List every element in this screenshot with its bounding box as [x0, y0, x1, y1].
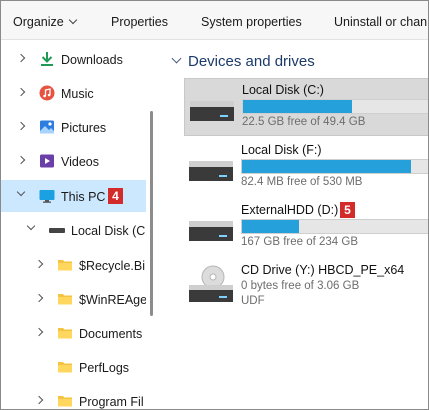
folder-icon: [58, 328, 72, 339]
nav-label: Videos: [61, 155, 99, 169]
chevron-down-icon[interactable]: [16, 187, 26, 197]
hard-drive-icon: [189, 161, 233, 181]
chevron-right-icon[interactable]: [16, 121, 26, 131]
nav-item-documents-folder[interactable]: Documents: [1, 317, 146, 349]
drive-free-space: 0 bytes free of 3.06 GB: [241, 280, 360, 292]
explorer-window: Organize Properties System properties Un…: [0, 0, 429, 410]
drive-name: ExternalHDD (D:): [241, 203, 339, 217]
hard-drive-icon: [189, 221, 233, 241]
drive-tile-y-cd[interactable]: CD Drive (Y:) HBCD_PE_x64 0 bytes free o…: [184, 259, 428, 329]
chevron-right-icon[interactable]: [16, 87, 26, 97]
hard-drive-icon: [190, 101, 234, 121]
chevron-down-icon[interactable]: [26, 221, 36, 231]
drive-tile-d[interactable]: ExternalHDD (D:) 5 167 GB free of 234 GB: [184, 199, 428, 255]
chevron-right-icon[interactable]: [16, 155, 26, 165]
drive-free-space: 22.5 GB free of 49.4 GB: [242, 116, 366, 128]
music-icon: [39, 85, 55, 101]
chevron-right-icon[interactable]: [34, 259, 44, 269]
nav-item-videos[interactable]: Videos: [1, 145, 146, 177]
computer-icon: [39, 190, 55, 203]
nav-label: Downloads: [61, 53, 123, 67]
nav-label: This PC: [61, 190, 106, 204]
organize-menu[interactable]: Organize: [13, 15, 77, 29]
nav-label: Pictures: [61, 121, 107, 135]
nav-label: $WinREAge: [79, 293, 146, 307]
drive-usage-fill: [242, 160, 411, 173]
drive-usage-bar: [241, 159, 428, 174]
nav-item-pictures[interactable]: Pictures: [1, 111, 146, 143]
chevron-down-icon: [68, 15, 77, 25]
drive-icon: [49, 228, 65, 233]
properties-button[interactable]: Properties: [111, 15, 168, 29]
nav-item-this-pc[interactable]: This PC 4: [1, 180, 146, 212]
drive-name: CD Drive (Y:) HBCD_PE_x64: [241, 263, 405, 277]
chevron-right-icon[interactable]: [34, 395, 44, 405]
nav-label: Program Fil: [79, 395, 144, 409]
drive-usage-bar: [241, 219, 428, 234]
nav-label: Documents: [79, 327, 143, 341]
nav-label: Music: [61, 87, 94, 101]
cd-drive-icon: [189, 265, 233, 302]
drive-free-space: 82.4 MB free of 530 MB: [241, 176, 363, 188]
drive-name: Local Disk (C:): [242, 83, 324, 97]
videos-icon: [40, 154, 54, 168]
chevron-right-icon[interactable]: [34, 327, 44, 337]
nav-item-program-files-folder[interactable]: Program Fil: [1, 385, 146, 409]
nav-item-perflogs-folder[interactable]: PerfLogs: [1, 351, 146, 383]
nav-label: Local Disk (C: [71, 224, 146, 238]
nav-label: PerfLogs: [79, 361, 130, 375]
nav-item-local-disk-c[interactable]: Local Disk (C: [1, 214, 146, 246]
chevron-right-icon[interactable]: [16, 53, 26, 63]
organize-label: Organize: [13, 15, 64, 29]
drive-name: Local Disk (F:): [241, 143, 322, 157]
navigation-pane: Downloads Music Pictures Videos This PC …: [1, 40, 146, 409]
nav-item-recycle-bin-folder[interactable]: $Recycle.Bi: [1, 249, 146, 281]
step-badge: 4: [108, 188, 123, 204]
nav-label: $Recycle.Bi: [79, 259, 145, 273]
drive-usage-fill: [242, 220, 300, 233]
step-badge: 5: [340, 202, 355, 218]
folder-icon: [58, 396, 72, 407]
devices-and-drives-header[interactable]: Devices and drives: [171, 53, 315, 70]
download-icon: [41, 52, 53, 66]
nav-item-downloads[interactable]: Downloads: [1, 43, 146, 75]
drive-usage-fill: [243, 100, 352, 113]
folder-icon: [58, 294, 72, 305]
nav-item-music[interactable]: Music: [1, 77, 146, 109]
command-bar: Organize Properties System properties Un…: [1, 1, 428, 40]
drive-tile-c[interactable]: Local Disk (C:) 22.5 GB free of 49.4 GB: [184, 78, 428, 136]
uninstall-button[interactable]: Uninstall or chan: [334, 15, 427, 29]
pictures-icon: [40, 120, 54, 134]
drive-free-space: 167 GB free of 234 GB: [241, 236, 358, 248]
navigation-scrollbar[interactable]: [150, 111, 153, 316]
nav-item-winreagent-folder[interactable]: $WinREAge: [1, 283, 146, 315]
section-title: Devices and drives: [188, 53, 315, 70]
folder-icon: [58, 260, 72, 271]
chevron-down-icon: [171, 53, 182, 64]
folder-icon: [58, 362, 72, 373]
chevron-right-icon[interactable]: [34, 293, 44, 303]
drive-tile-f[interactable]: Local Disk (F:) 82.4 MB free of 530 MB: [184, 139, 428, 195]
drive-usage-bar: [242, 99, 428, 114]
system-properties-button[interactable]: System properties: [201, 15, 302, 29]
drive-filesystem: UDF: [241, 295, 265, 307]
